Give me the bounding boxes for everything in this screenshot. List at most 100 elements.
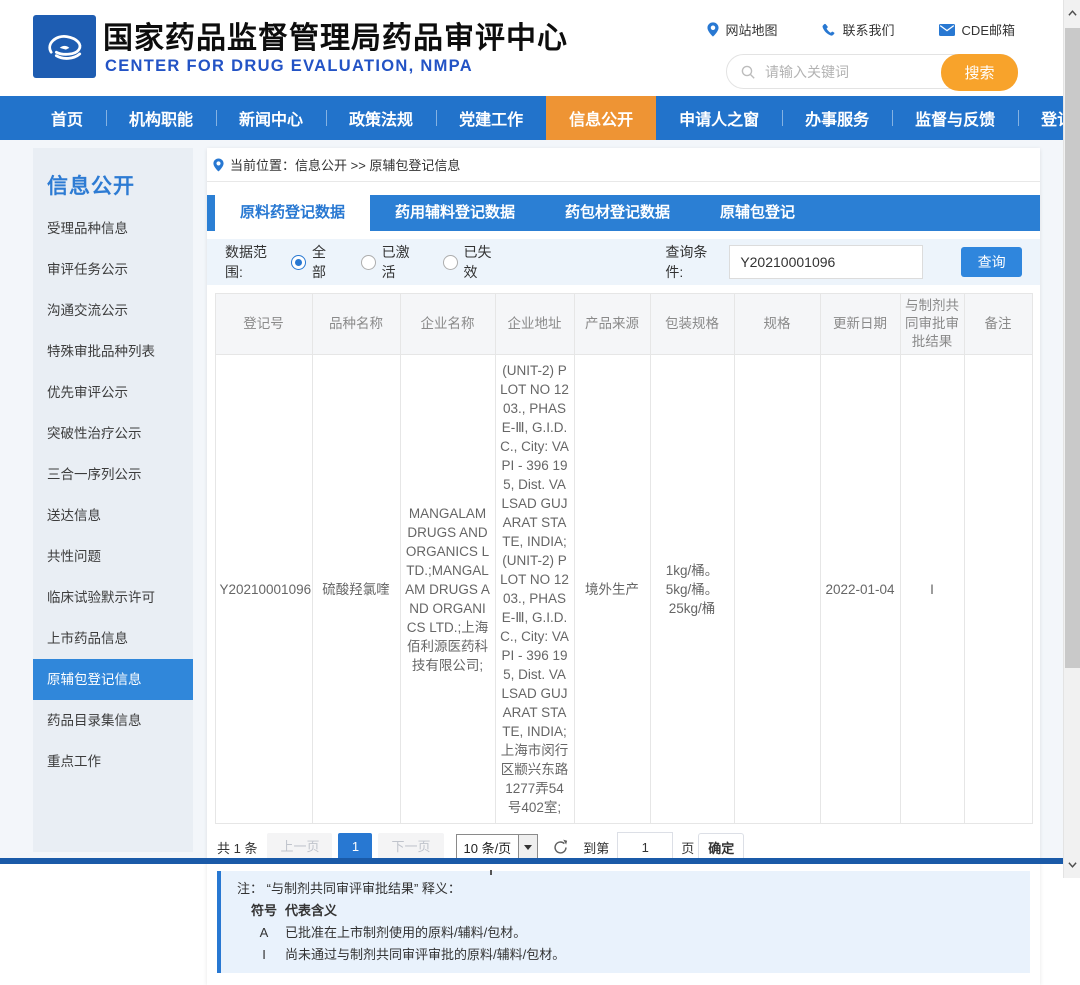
sidebar-item-3[interactable]: 特殊审批品种列表 [33, 331, 193, 372]
cde-logo-swirl-icon [39, 21, 91, 73]
radio-icon[interactable] [291, 255, 306, 270]
sidebar-item-11[interactable]: 原辅包登记信息 [33, 659, 193, 700]
note-item-symbol: I [249, 946, 279, 963]
query-button[interactable]: 查询 [961, 247, 1022, 277]
map-pin-icon [707, 22, 719, 37]
tab-2[interactable]: 药包材登记数据 [540, 195, 695, 231]
table-header-cell-4: 产品来源 [574, 294, 650, 355]
goto-unit: 页 [681, 838, 694, 857]
page-number-button[interactable]: 1 [338, 833, 372, 861]
sidebar-item-6[interactable]: 三合一序列公示 [33, 454, 193, 495]
mail-link[interactable]: CDE邮箱 [939, 20, 1015, 39]
table-header-cell-6: 规格 [734, 294, 820, 355]
site-header: 国家药品监督管理局药品审评中心 CENTER FOR DRUG EVALUATI… [0, 0, 1063, 96]
sidebar-item-12[interactable]: 药品目录集信息 [33, 700, 193, 741]
table-header-cell-3: 企业地址 [495, 294, 574, 355]
note-symbol-col: 符号 [249, 902, 279, 919]
sitemap-link-label: 网站地图 [726, 20, 778, 39]
nav-item-8[interactable]: 监督与反馈 [892, 96, 1018, 140]
goto-confirm-button[interactable]: 确定 [698, 833, 744, 861]
scrollbar-thumb[interactable] [1065, 28, 1080, 668]
scroll-down-arrow-icon[interactable] [1064, 856, 1080, 873]
nav-item-4[interactable]: 党建工作 [436, 96, 546, 140]
table-cell-9 [964, 355, 1032, 824]
sidebar-item-8[interactable]: 共性问题 [33, 536, 193, 577]
next-page-button[interactable]: 下一页 [378, 833, 443, 861]
nav-item-0[interactable]: 首页 [28, 96, 106, 140]
note-rows: A已批准在上市制剂使用的原料/辅料/包材。 I 尚未通过与制剂共同审评审批的原料/辅… [237, 924, 1014, 963]
page-size-select[interactable]: 10 条/页 [456, 834, 539, 861]
tab-0[interactable]: 原料药登记数据 [215, 195, 370, 231]
scope-options: 全部 已激活 已失效 [291, 242, 497, 282]
table-header-cell-9: 备注 [964, 294, 1032, 355]
scope-option-2[interactable]: 已失效 [443, 242, 498, 282]
scroll-up-arrow-icon[interactable] [1064, 4, 1080, 21]
contact-link-label: 联系我们 [843, 20, 895, 39]
breadcrumb: 当前位置：信息公开 >> 原辅包登记信息 [207, 148, 1040, 182]
sidebar-item-9[interactable]: 临床试验默示许可 [33, 577, 193, 618]
site-subtitle: CENTER FOR DRUG EVALUATION, NMPA [105, 57, 473, 76]
note-meaning-col: 代表含义 [285, 902, 337, 919]
sidebar-item-1[interactable]: 审评任务公示 [33, 249, 193, 290]
filter-bar: 数据范围: 全部 已激活 已失效 查询条件: 查询 [207, 239, 1040, 285]
sidebar-item-7[interactable]: 送达信息 [33, 495, 193, 536]
table-cell-7: 2022-01-04 [820, 355, 900, 824]
sidebar-item-13[interactable]: 重点工作 [33, 741, 193, 782]
sidebar: 信息公开 受理品种信息审评任务公示沟通交流公示特殊审批品种列表优先审评公示突破性… [33, 148, 193, 852]
scope-option-0[interactable]: 全部 [291, 242, 334, 282]
main-nav: 首页机构职能新闻中心政策法规党建工作信息公开申请人之窗办事服务监督与反馈登记备案… [0, 96, 1063, 140]
chevron-down-icon [524, 845, 532, 850]
table-header-cell-2: 企业名称 [400, 294, 495, 355]
mail-link-label: CDE邮箱 [962, 20, 1015, 39]
site-title: 国家药品监督管理局药品审评中心 [103, 13, 568, 57]
sidebar-title: 信息公开 [33, 148, 193, 208]
note-box: 注： “与制剂共同审评审批结果” 释义： 符号 代表含义 A已批准在上市制剂使用… [217, 871, 1030, 973]
breadcrumb-pin-icon [213, 158, 224, 172]
scope-option-label: 已失效 [464, 242, 498, 282]
note-item-meaning: 尚未通过与制剂共同审评审批的原料/辅料/包材。 [285, 946, 565, 963]
mail-icon [939, 24, 955, 36]
page: 国家药品监督管理局药品审评中心 CENTER FOR DRUG EVALUATI… [0, 0, 1080, 878]
scope-label: 数据范围: [225, 242, 279, 282]
tab-3[interactable]: 原辅包登记 [695, 195, 820, 231]
table-cell-8: I [900, 355, 964, 824]
table-cell-5: 1kg/桶。5kg/桶。25kg/桶 [650, 355, 734, 824]
page-scrollbar[interactable] [1063, 0, 1080, 878]
refresh-icon[interactable] [552, 839, 569, 856]
select-arrow-box[interactable] [518, 835, 537, 860]
nav-item-6[interactable]: 申请人之窗 [656, 96, 782, 140]
tab-1[interactable]: 药用辅料登记数据 [370, 195, 540, 231]
breadcrumb-text: 当前位置：信息公开 >> 原辅包登记信息 [230, 155, 460, 174]
radio-icon[interactable] [361, 255, 376, 270]
total-count: 共 1 条 [217, 838, 257, 857]
sidebar-item-2[interactable]: 沟通交流公示 [33, 290, 193, 331]
table-cell-4: 境外生产 [574, 355, 650, 824]
nav-item-2[interactable]: 新闻中心 [216, 96, 326, 140]
cde-logo[interactable] [33, 15, 96, 78]
sidebar-item-10[interactable]: 上市药品信息 [33, 618, 193, 659]
nav-item-3[interactable]: 政策法规 [326, 96, 436, 140]
search-button[interactable]: 搜索 [941, 54, 1018, 91]
scope-option-1[interactable]: 已激活 [361, 242, 416, 282]
nav-item-5[interactable]: 信息公开 [546, 96, 656, 140]
note-item-0: A已批准在上市制剂使用的原料/辅料/包材。 [237, 924, 1014, 941]
page-size-value: 10 条/页 [457, 838, 519, 857]
sidebar-item-4[interactable]: 优先审评公示 [33, 372, 193, 413]
query-input[interactable] [729, 245, 923, 279]
note-item-1: I 尚未通过与制剂共同审评审批的原料/辅料/包材。 [237, 946, 1014, 963]
search-icon [740, 64, 756, 80]
radio-icon[interactable] [443, 255, 458, 270]
nav-item-7[interactable]: 办事服务 [782, 96, 892, 140]
sitemap-link[interactable]: 网站地图 [707, 20, 778, 39]
nav-item-1[interactable]: 机构职能 [106, 96, 216, 140]
scope-option-label: 已激活 [382, 242, 416, 282]
prev-page-button[interactable]: 上一页 [267, 833, 332, 861]
goto-label: 到第 [583, 838, 609, 857]
sidebar-item-5[interactable]: 突破性治疗公示 [33, 413, 193, 454]
note-header: 符号 代表含义 [237, 902, 1014, 919]
table-cell-6 [734, 355, 820, 824]
top-links: 网站地图 联系我们 CDE邮箱 [707, 20, 1015, 39]
query-label: 查询条件: [665, 242, 719, 282]
sidebar-item-0[interactable]: 受理品种信息 [33, 208, 193, 249]
contact-link[interactable]: 联系我们 [822, 20, 895, 39]
